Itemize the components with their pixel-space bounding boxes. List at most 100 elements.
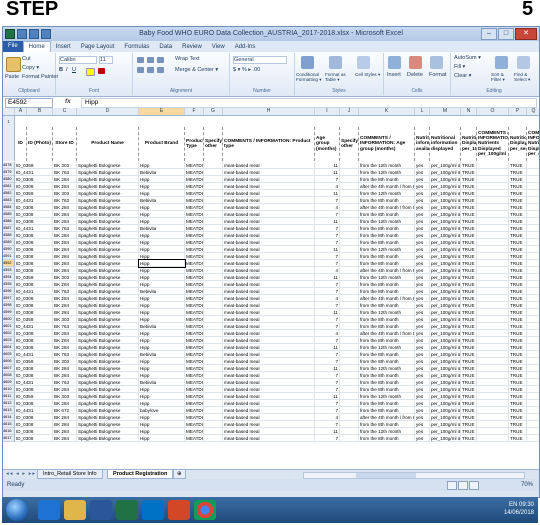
cell-h[interactable]: meat-based meal bbox=[223, 239, 315, 246]
cell-f[interactable]: MEATDISH bbox=[185, 260, 204, 267]
cell-i[interactable]: 11 bbox=[315, 169, 340, 176]
cell-d[interactable]: Spaghetti Bolognese bbox=[77, 372, 139, 379]
cell-n[interactable]: TRUE bbox=[461, 421, 477, 428]
cell-f[interactable]: MEATDISH bbox=[185, 302, 204, 309]
cell-p[interactable]: TRUE bbox=[509, 372, 527, 379]
cell-q[interactable] bbox=[527, 344, 539, 351]
cell-g[interactable] bbox=[204, 274, 223, 281]
cell-c[interactable]: BK 303 bbox=[53, 358, 77, 365]
cell-i[interactable]: 7 bbox=[315, 197, 340, 204]
cell-l[interactable]: yes bbox=[415, 281, 430, 288]
cell-f[interactable]: MEATDISH bbox=[185, 239, 204, 246]
cell-q[interactable] bbox=[527, 358, 539, 365]
cell-n[interactable]: TRUE bbox=[461, 316, 477, 323]
cell-j[interactable] bbox=[340, 239, 359, 246]
row-number[interactable]: 4594 bbox=[3, 274, 15, 281]
conditional-formatting-icon[interactable] bbox=[301, 56, 314, 69]
align-middle-icon[interactable] bbox=[147, 57, 154, 63]
cell-q[interactable] bbox=[527, 232, 539, 239]
header-cell-e[interactable]: Product Brand bbox=[139, 127, 185, 161]
header-cell-j[interactable]: Specify other bbox=[340, 127, 359, 161]
cell-k[interactable]: from the 8th month bbox=[359, 197, 415, 204]
cell-i[interactable]: 7 bbox=[315, 225, 340, 232]
cell-a[interactable]: ID_0308 bbox=[15, 183, 53, 190]
cell-c[interactable]: BK 284 bbox=[53, 211, 77, 218]
cell-g[interactable] bbox=[204, 316, 223, 323]
cell-a[interactable]: ID_0308 bbox=[15, 204, 53, 211]
cell-f[interactable]: MEATDISH bbox=[185, 379, 204, 386]
cell-h[interactable]: meat-based meal bbox=[223, 365, 315, 372]
cell-g[interactable] bbox=[204, 400, 223, 407]
cell-f[interactable]: MEATDISH bbox=[185, 323, 204, 330]
cell-g[interactable] bbox=[204, 351, 223, 358]
cell-e[interactable]: Hipp bbox=[139, 162, 185, 169]
cell-n[interactable]: TRUE bbox=[461, 372, 477, 379]
cell-k[interactable]: from the 8th month bbox=[359, 225, 415, 232]
insert-cells-icon[interactable] bbox=[388, 56, 401, 69]
cell-c[interactable]: BK 284 bbox=[53, 267, 77, 274]
row-number[interactable]: 4615 bbox=[3, 421, 15, 428]
cell-d[interactable]: Spaghetti Bolognese bbox=[77, 337, 139, 344]
cell-q[interactable] bbox=[527, 288, 539, 295]
tab-data[interactable]: Data bbox=[154, 44, 177, 50]
cell-e[interactable]: Hipp bbox=[139, 428, 185, 435]
cell-d[interactable]: Spaghetti Bolognese bbox=[77, 288, 139, 295]
cell-k[interactable]: from the 8th month bbox=[359, 386, 415, 393]
row-number[interactable]: 4605 bbox=[3, 351, 15, 358]
cell-k[interactable]: from the 8th month bbox=[359, 435, 415, 442]
cell-k[interactable]: from the 12th month bbox=[359, 190, 415, 197]
cell-a[interactable]: ID_0308 bbox=[15, 253, 53, 260]
cell-m[interactable]: per_100g/ml & p bbox=[430, 407, 461, 414]
cell-l[interactable]: yes bbox=[415, 225, 430, 232]
cell-m[interactable]: per_100g/ml & p bbox=[430, 414, 461, 421]
cell-c[interactable]: BK 284 bbox=[53, 176, 77, 183]
column-header-i[interactable]: I bbox=[315, 108, 340, 115]
autosum-button[interactable]: AutoSum ▾ bbox=[454, 55, 481, 61]
cell-i[interactable]: 4 bbox=[315, 295, 340, 302]
cell-j[interactable] bbox=[340, 218, 359, 225]
cell-a[interactable]: ID_0308 bbox=[15, 344, 53, 351]
cell-j[interactable] bbox=[340, 197, 359, 204]
cell-d[interactable]: Spaghetti Bolognese bbox=[77, 414, 139, 421]
cell-h[interactable]: meat-based meal bbox=[223, 288, 315, 295]
cell-e[interactable]: Hipp bbox=[139, 344, 185, 351]
cell-k[interactable]: from the 8th month bbox=[359, 337, 415, 344]
cell-d[interactable]: Spaghetti Bolognese bbox=[77, 351, 139, 358]
cell-j[interactable] bbox=[340, 407, 359, 414]
tab-review[interactable]: Review bbox=[177, 44, 207, 50]
cell-k[interactable]: from the 12th month bbox=[359, 309, 415, 316]
cell-j[interactable] bbox=[340, 190, 359, 197]
cell-d[interactable]: Spaghetti Bolognese bbox=[77, 176, 139, 183]
cell-m[interactable]: per_100g/ml & p bbox=[430, 267, 461, 274]
cell-l[interactable]: yes bbox=[415, 274, 430, 281]
cell-c[interactable]: BK 284 bbox=[53, 330, 77, 337]
clock-time[interactable]: 09:30 bbox=[519, 502, 534, 508]
cell-e[interactable]: Bebivita bbox=[139, 288, 185, 295]
cell-c[interactable]: BK 284 bbox=[53, 253, 77, 260]
cell-i[interactable]: 11 bbox=[315, 218, 340, 225]
cell-f[interactable]: MEATDISH bbox=[185, 386, 204, 393]
cell-j[interactable] bbox=[340, 225, 359, 232]
cell-d[interactable]: Spaghetti Bolognese bbox=[77, 190, 139, 197]
cell-d[interactable]: Spaghetti Bolognese bbox=[77, 400, 139, 407]
cell-n[interactable]: TRUE bbox=[461, 218, 477, 225]
column-header-b[interactable]: B bbox=[27, 108, 53, 115]
cell-a[interactable]: ID_0308 bbox=[15, 211, 53, 218]
cell-a[interactable]: ID_0359 bbox=[15, 358, 53, 365]
cell-k[interactable]: after the 4th month / from the 5th bbox=[359, 414, 415, 421]
cell-i[interactable]: 7 bbox=[315, 316, 340, 323]
cell-i[interactable]: 7 bbox=[315, 400, 340, 407]
cell-n[interactable]: TRUE bbox=[461, 211, 477, 218]
cell-m[interactable]: per_100g/ml & p bbox=[430, 281, 461, 288]
cell-a[interactable]: ID_4431 bbox=[15, 379, 53, 386]
cell-k[interactable]: from the 8th month bbox=[359, 260, 415, 267]
cell-o[interactable] bbox=[477, 260, 509, 267]
cell-k[interactable]: after the 4th month / from the 5th bbox=[359, 295, 415, 302]
cell-c[interactable]: BK 763 bbox=[53, 379, 77, 386]
tab-formulas[interactable]: Formulas bbox=[119, 44, 154, 50]
wrap-text-button[interactable]: Wrap Text bbox=[175, 56, 200, 62]
close-button[interactable]: ✕ bbox=[515, 28, 537, 40]
cell-i[interactable]: 11 bbox=[315, 309, 340, 316]
cell-k[interactable]: after the 4th month / from the 5th bbox=[359, 183, 415, 190]
cell-k[interactable]: from the 12th month bbox=[359, 428, 415, 435]
